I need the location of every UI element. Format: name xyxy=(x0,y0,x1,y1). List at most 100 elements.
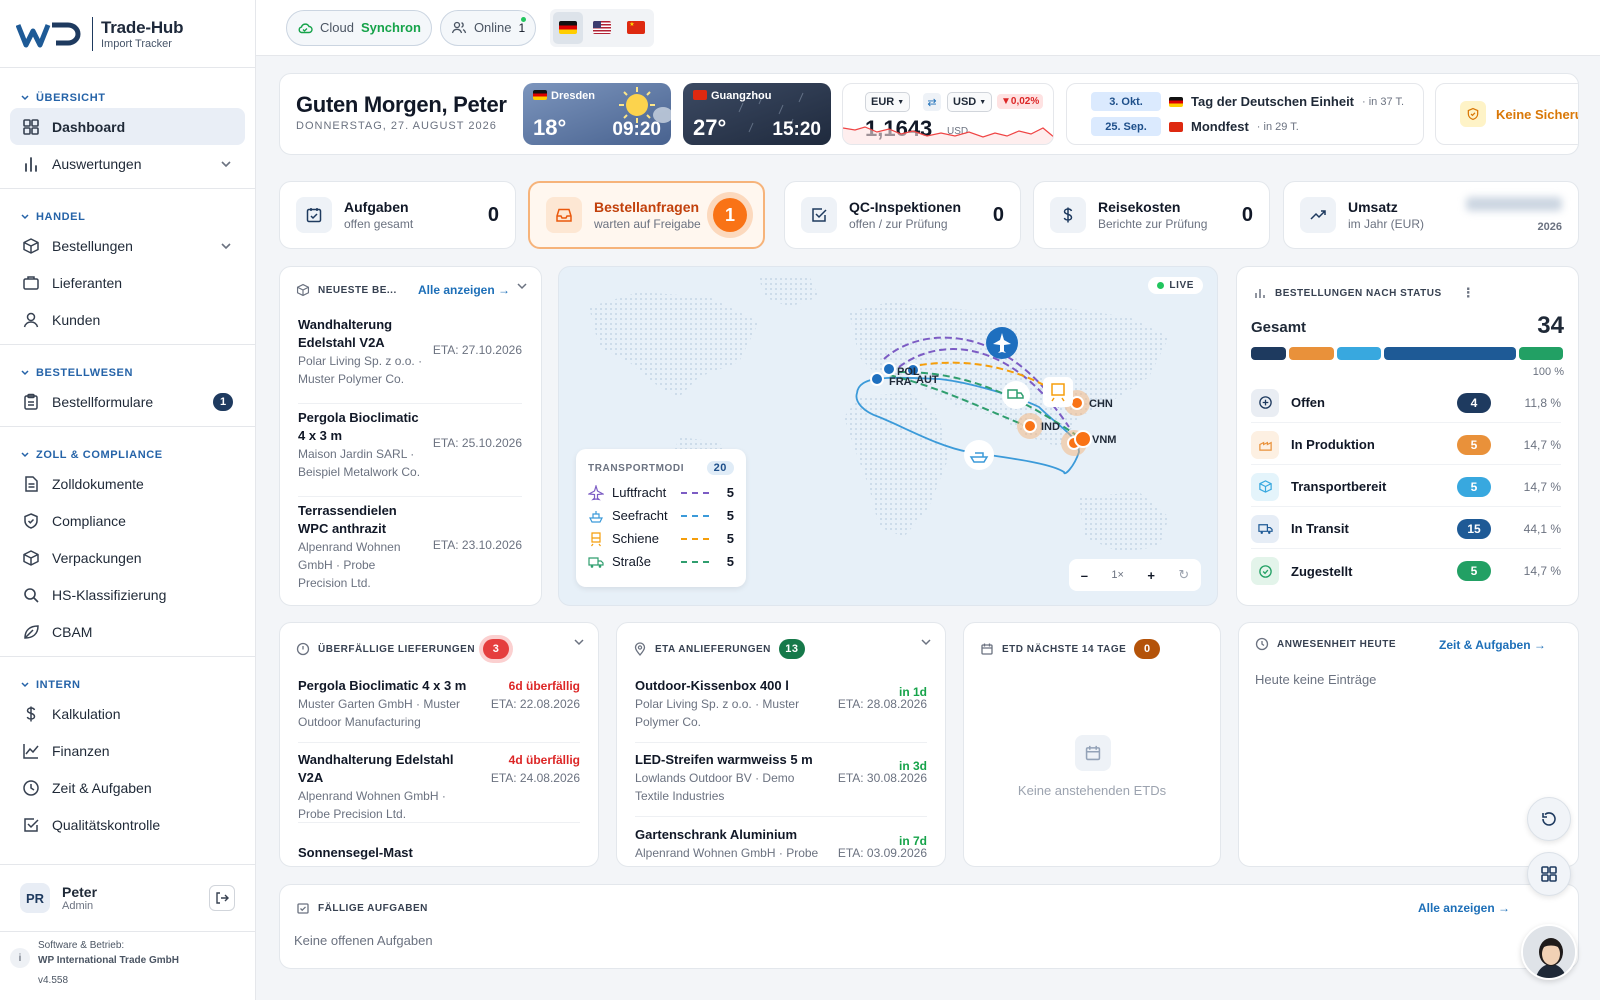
more-options-icon[interactable]: ⋮ xyxy=(1462,285,1476,301)
cloud-sync-status[interactable]: Cloud Synchron xyxy=(286,9,432,46)
status-row-produktion[interactable]: In Produktion 5 14,7 % xyxy=(1251,425,1561,465)
nav-group-handel[interactable]: HANDEL xyxy=(10,201,245,227)
chevron-down-icon xyxy=(20,93,30,103)
sidebar-item-kunden[interactable]: Kunden xyxy=(10,301,245,338)
currency-to-select[interactable]: USD ▼ xyxy=(947,92,993,112)
user-role: Admin xyxy=(62,900,94,912)
zoom-out-button[interactable]: – xyxy=(1081,568,1088,583)
language-zh[interactable]: ★ xyxy=(621,12,651,44)
chevron-down-icon[interactable] xyxy=(919,635,933,649)
weather-card-guangzhou[interactable]: Guangzhou 27° 15:20 xyxy=(683,83,831,145)
sidebar-item-label: Kunden xyxy=(52,311,101,328)
kpi-qc[interactable]: QC-Inspektionen offen / zur Prüfung 0 xyxy=(784,181,1021,249)
chevron-down-icon[interactable] xyxy=(572,635,586,649)
truck-icon xyxy=(1251,514,1279,543)
logout-button[interactable] xyxy=(209,885,235,911)
legend-count: 5 xyxy=(726,508,734,523)
currency-from-select[interactable]: EUR ▼ xyxy=(865,92,911,112)
sidebar-item-qualitaet[interactable]: Qualitätskontrolle xyxy=(10,806,245,843)
eta-item[interactable]: Gartenschrank Aluminium Alpenrand Wohnen… xyxy=(635,826,927,866)
status-pct: 44,1 % xyxy=(1523,521,1561,536)
calendar-icon xyxy=(980,642,994,656)
sidebar-item-lieferanten[interactable]: Lieferanten xyxy=(10,264,245,301)
order-item[interactable]: Pergola Bioclimatic 4 x 3 m Maison Jardi… xyxy=(298,409,522,497)
overdue-item[interactable]: Sonnensegel-Mast xyxy=(298,844,580,866)
weather-card-dresden[interactable]: Dresden 18° 09:20 xyxy=(523,83,671,145)
sidebar-item-bestellformulare[interactable]: Bestellformulare 1 xyxy=(10,383,245,420)
legend-row-schiene[interactable]: Schiene 5 xyxy=(588,527,734,550)
language-de[interactable] xyxy=(553,11,584,44)
holiday-row[interactable]: 3. Okt. Tag der Deutschen Einheit · in 3… xyxy=(1091,92,1404,111)
nav-group-intern[interactable]: INTERN xyxy=(10,669,245,695)
weather-temp: 27° xyxy=(693,115,727,140)
item-parties: Alpenrand Wohnen GmbH · Probe xyxy=(635,846,819,860)
kpi-umsatz[interactable]: Umsatz im Jahr (EUR) 2026 xyxy=(1283,181,1579,249)
legend-row-seefracht[interactable]: Seefracht 5 xyxy=(588,504,734,527)
backup-warning[interactable]: Keine Sicheru xyxy=(1435,83,1578,145)
panel-title: FÄLLIGE AUFGABEN xyxy=(318,902,428,914)
revenue-value-blurred xyxy=(1466,197,1562,211)
sidebar-item-hs[interactable]: HS-Klassifizierung xyxy=(10,576,245,613)
sidebar-item-label: Zeit & Aufgaben xyxy=(52,779,152,796)
brand[interactable]: Trade-Hub Import Tracker xyxy=(0,0,255,68)
kpi-bestellanfragen[interactable]: Bestellanfragen warten auf Freigabe 1 xyxy=(528,181,765,249)
status-row-zugestellt[interactable]: Zugestellt 5 14,7 % xyxy=(1251,551,1561,591)
sidebar-item-auswertungen[interactable]: Auswertungen xyxy=(10,145,245,182)
leaf-icon xyxy=(22,623,40,641)
sidebar-item-compliance[interactable]: Compliance xyxy=(10,502,245,539)
sidebar-item-cbam[interactable]: CBAM xyxy=(10,613,245,650)
swap-currency-button[interactable]: ⇄ xyxy=(923,93,941,111)
sidebar-item-label: CBAM xyxy=(52,623,93,640)
show-all-tasks-link[interactable]: Alle anzeigen → xyxy=(1418,901,1510,915)
reset-view-icon[interactable]: ↻ xyxy=(1178,567,1189,583)
overdue-item[interactable]: Pergola Bioclimatic 4 x 3 m Muster Garte… xyxy=(298,677,580,743)
status-row-transportbereit[interactable]: Transportbereit 5 14,7 % xyxy=(1251,467,1561,507)
avatar[interactable]: PR xyxy=(20,883,50,913)
info-icon[interactable]: i xyxy=(10,948,30,968)
sidebar-item-kalkulation[interactable]: Kalkulation xyxy=(10,695,245,732)
language-en[interactable] xyxy=(587,12,617,44)
refresh-button[interactable] xyxy=(1527,797,1571,841)
kpi-aufgaben[interactable]: Aufgaben offen gesamt 0 xyxy=(279,181,516,249)
search-icon xyxy=(22,586,40,604)
nav-group-uebersicht[interactable]: ÜBERSICHT xyxy=(10,82,245,108)
order-item[interactable]: Terrassendielen WPC anthrazit Alpenrand … xyxy=(298,502,522,600)
assistant-avatar-button[interactable] xyxy=(1521,924,1577,980)
item-parties: Polar Living Sp. z o.o. · Muster Polymer… xyxy=(635,697,800,729)
time-tasks-link[interactable]: Zeit & Aufgaben → xyxy=(1439,638,1546,652)
legend-count: 5 xyxy=(726,485,734,500)
sidebar-item-zeit[interactable]: Zeit & Aufgaben xyxy=(10,769,245,806)
item-eta: ETA: 22.08.2026 xyxy=(490,697,580,711)
sidebar-item-dashboard[interactable]: Dashboard xyxy=(10,108,245,145)
nav-group-bestellwesen[interactable]: BESTELLWESEN xyxy=(10,357,245,383)
sidebar-item-bestellungen[interactable]: Bestellungen xyxy=(10,227,245,264)
sidebar-item-verpackungen[interactable]: Verpackungen xyxy=(10,539,245,576)
flag-de-icon xyxy=(533,90,547,100)
dollar-icon xyxy=(22,705,40,723)
chevron-down-icon[interactable] xyxy=(515,279,529,293)
bar-chart-icon xyxy=(1253,286,1267,300)
apps-grid-button[interactable] xyxy=(1527,852,1571,896)
shipment-map[interactable]: POL FRA AUT CHN IND VNM LIVE TRANSPORTMO… xyxy=(558,266,1218,606)
overdue-item[interactable]: Wandhalterung Edelstahl V2A Alpenrand Wo… xyxy=(298,751,580,823)
zoom-in-button[interactable]: + xyxy=(1147,568,1155,583)
status-label: Transportbereit xyxy=(1291,479,1387,494)
online-users[interactable]: Online 1 xyxy=(439,9,537,46)
kpi-value: 1 xyxy=(713,198,747,232)
sidebar-item-label: Bestellformulare xyxy=(52,393,154,410)
order-item[interactable]: Wandhalterung Edelstahl V2A Polar Living… xyxy=(298,316,522,404)
check-circle-icon xyxy=(1251,557,1279,585)
footer-version: v4.558 xyxy=(38,975,69,986)
legend-row-strasse[interactable]: Straße 5 xyxy=(588,550,734,573)
kpi-reisekosten[interactable]: Reisekosten Berichte zur Prüfung 0 xyxy=(1033,181,1270,249)
nav-group-zoll[interactable]: ZOLL & COMPLIANCE xyxy=(10,439,245,465)
eta-item[interactable]: LED-Streifen warmweiss 5 m Lowlands Outd… xyxy=(635,751,927,817)
holiday-row[interactable]: 25. Sep. Mondfest · in 29 T. xyxy=(1091,117,1299,136)
sidebar-item-finanzen[interactable]: Finanzen xyxy=(10,732,245,769)
show-all-orders-link[interactable]: Alle anzeigen → xyxy=(418,283,510,297)
sidebar-item-zolldokumente[interactable]: Zolldokumente xyxy=(10,465,245,502)
status-row-transit[interactable]: In Transit 15 44,1 % xyxy=(1251,509,1561,549)
status-row-offen[interactable]: Offen 4 11,8 % xyxy=(1251,383,1561,423)
eta-item[interactable]: Outdoor-Kissenbox 400 l Polar Living Sp.… xyxy=(635,677,927,743)
legend-row-luftfracht[interactable]: Luftfracht 5 xyxy=(588,481,734,504)
